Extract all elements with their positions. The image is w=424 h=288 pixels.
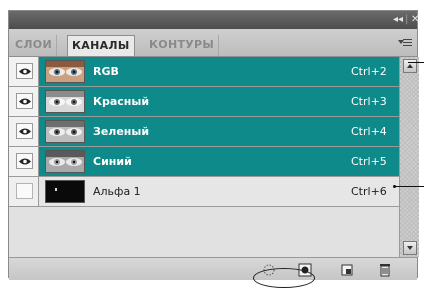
channel-thumbnail (45, 150, 85, 173)
channel-name: Красный (93, 95, 150, 108)
channel-name: RGB (93, 65, 119, 78)
channel-thumbnail (45, 180, 85, 203)
eye-icon[interactable] (16, 63, 33, 79)
channel-shortcut: Ctrl+6 (351, 185, 387, 198)
channel-shortcut: Ctrl+5 (351, 155, 387, 168)
channel-shortcut: Ctrl+3 (351, 95, 387, 108)
tab-bar: СЛОИ КАНАЛЫ КОНТУРЫ (9, 29, 417, 57)
panel-title-bar: ◂◂ | ✕ (9, 11, 419, 30)
eye-icon[interactable] (16, 153, 33, 169)
visibility-cell[interactable] (9, 177, 39, 206)
panel-menu-icon[interactable] (398, 39, 412, 49)
close-icon[interactable]: ✕ (411, 13, 419, 27)
channels-panel: ◂◂ | ✕ СЛОИ КАНАЛЫ КОНТУРЫ RGB Ctrl+2 Кр… (8, 10, 419, 280)
callout-arc (253, 268, 315, 288)
channel-name: Зеленый (93, 125, 150, 138)
callout-line (408, 62, 424, 63)
channel-thumbnail (45, 60, 85, 83)
channel-list: RGB Ctrl+2 Красный Ctrl+3 Зеленый Ctrl+4… (9, 57, 399, 257)
scroll-down-button[interactable] (403, 241, 417, 255)
channel-row-red[interactable]: Красный Ctrl+3 (9, 87, 399, 117)
eye-icon[interactable] (16, 93, 33, 109)
channel-shortcut: Ctrl+4 (351, 125, 387, 138)
visibility-cell[interactable] (9, 57, 39, 86)
new-channel-icon[interactable] (339, 262, 355, 276)
channel-shortcut: Ctrl+2 (351, 65, 387, 78)
channel-row-alpha[interactable]: Альфа 1 Ctrl+6 (9, 177, 399, 207)
tab-channels[interactable]: КАНАЛЫ (67, 35, 135, 56)
callout-line (395, 186, 424, 187)
visibility-cell[interactable] (9, 117, 39, 146)
callout-dot (393, 185, 396, 188)
tab-layers[interactable]: СЛОИ (11, 35, 57, 56)
channel-row-rgb[interactable]: RGB Ctrl+2 (9, 57, 399, 87)
channel-name: Альфа 1 (93, 185, 141, 198)
channel-name: Синий (93, 155, 132, 168)
eye-icon[interactable] (16, 123, 33, 139)
channel-row-blue[interactable]: Синий Ctrl+5 (9, 147, 399, 177)
channel-thumbnail (45, 90, 85, 113)
collapse-icon[interactable]: ◂◂ (393, 13, 403, 27)
tab-paths[interactable]: КОНТУРЫ (145, 35, 220, 56)
panel-footer (9, 257, 417, 280)
visibility-cell[interactable] (9, 147, 39, 176)
channel-thumbnail (45, 120, 85, 143)
visibility-cell[interactable] (9, 87, 39, 116)
separator: | (405, 14, 409, 25)
channel-row-green[interactable]: Зеленый Ctrl+4 (9, 117, 399, 147)
delete-icon[interactable] (377, 262, 393, 277)
visibility-empty-box[interactable] (16, 183, 33, 199)
vertical-scrollbar[interactable] (399, 57, 419, 257)
